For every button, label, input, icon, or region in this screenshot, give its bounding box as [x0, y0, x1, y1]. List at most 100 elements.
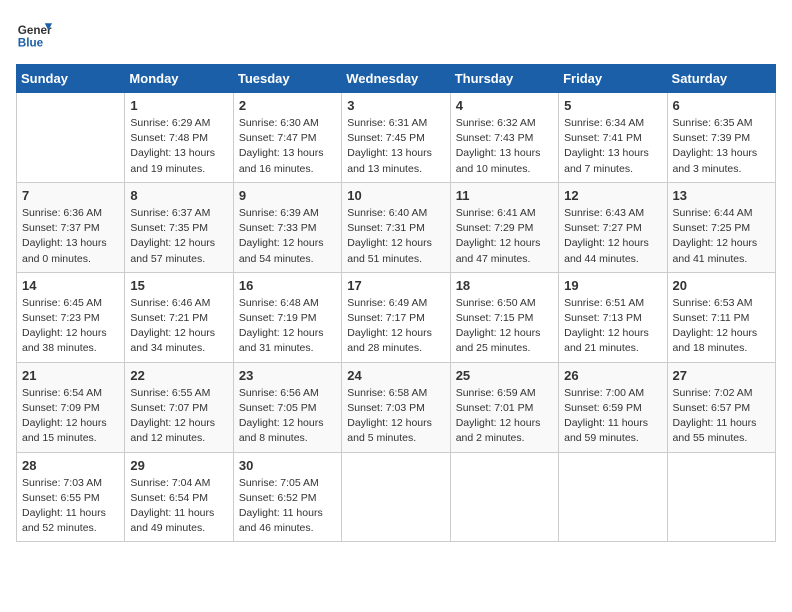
calendar-week-3: 14 Sunrise: 6:45 AM Sunset: 7:23 PM Dayli…: [17, 272, 776, 362]
calendar-cell: 28 Sunrise: 7:03 AM Sunset: 6:55 PM Dayli…: [17, 452, 125, 542]
day-number: 15: [130, 278, 227, 293]
calendar-cell: 15 Sunrise: 6:46 AM Sunset: 7:21 PM Dayli…: [125, 272, 233, 362]
day-number: 13: [673, 188, 770, 203]
calendar-cell: 11Sunrise: 6:41 AM Sunset: 7:29 PM Dayli…: [450, 182, 558, 272]
calendar-cell: [450, 452, 558, 542]
day-info: Sunrise: 6:39 AM Sunset: 7:33 PM Dayligh…: [239, 206, 336, 267]
day-info: Sunrise: 7:03 AM Sunset: 6:55 PM Dayligh…: [22, 476, 119, 537]
day-info: Sunrise: 6:49 AM Sunset: 7:17 PM Dayligh…: [347, 296, 444, 357]
day-number: 9: [239, 188, 336, 203]
day-info: Sunrise: 7:02 AM Sunset: 6:57 PM Dayligh…: [673, 386, 770, 447]
day-info: Sunrise: 6:35 AM Sunset: 7:39 PM Dayligh…: [673, 116, 770, 177]
day-info: Sunrise: 6:56 AM Sunset: 7:05 PM Dayligh…: [239, 386, 336, 447]
calendar-cell: 26 Sunrise: 7:00 AM Sunset: 6:59 PM Dayli…: [559, 362, 667, 452]
day-info: Sunrise: 6:34 AM Sunset: 7:41 PM Dayligh…: [564, 116, 661, 177]
page-header: General Blue: [16, 16, 776, 52]
day-info: Sunrise: 7:00 AM Sunset: 6:59 PM Dayligh…: [564, 386, 661, 447]
calendar-cell: 30Sunrise: 7:05 AM Sunset: 6:52 PM Dayli…: [233, 452, 341, 542]
day-info: Sunrise: 6:51 AM Sunset: 7:13 PM Dayligh…: [564, 296, 661, 357]
day-info: Sunrise: 6:58 AM Sunset: 7:03 PM Dayligh…: [347, 386, 444, 447]
day-number: 11: [456, 188, 553, 203]
calendar-cell: 9 Sunrise: 6:39 AM Sunset: 7:33 PM Daylig…: [233, 182, 341, 272]
calendar-table: SundayMondayTuesdayWednesdayThursdayFrid…: [16, 64, 776, 542]
day-number: 8: [130, 188, 227, 203]
calendar-week-1: 1 Sunrise: 6:29 AM Sunset: 7:48 PM Daylig…: [17, 93, 776, 183]
day-number: 16: [239, 278, 336, 293]
day-info: Sunrise: 6:31 AM Sunset: 7:45 PM Dayligh…: [347, 116, 444, 177]
calendar-cell: 17 Sunrise: 6:49 AM Sunset: 7:17 PM Dayli…: [342, 272, 450, 362]
weekday-thursday: Thursday: [450, 65, 558, 93]
calendar-cell: 7Sunrise: 6:36 AM Sunset: 7:37 PM Daylig…: [17, 182, 125, 272]
calendar-cell: [342, 452, 450, 542]
day-number: 21: [22, 368, 119, 383]
day-info: Sunrise: 6:55 AM Sunset: 7:07 PM Dayligh…: [130, 386, 227, 447]
calendar-cell: 20 Sunrise: 6:53 AM Sunset: 7:11 PM Dayli…: [667, 272, 775, 362]
day-number: 24: [347, 368, 444, 383]
calendar-week-5: 28 Sunrise: 7:03 AM Sunset: 6:55 PM Dayli…: [17, 452, 776, 542]
weekday-sunday: Sunday: [17, 65, 125, 93]
day-info: Sunrise: 6:59 AM Sunset: 7:01 PM Dayligh…: [456, 386, 553, 447]
calendar-cell: 22Sunrise: 6:55 AM Sunset: 7:07 PM Dayli…: [125, 362, 233, 452]
weekday-saturday: Saturday: [667, 65, 775, 93]
calendar-cell: 5Sunrise: 6:34 AM Sunset: 7:41 PM Daylig…: [559, 93, 667, 183]
calendar-cell: 16 Sunrise: 6:48 AM Sunset: 7:19 PM Dayli…: [233, 272, 341, 362]
calendar-cell: 29 Sunrise: 7:04 AM Sunset: 6:54 PM Dayli…: [125, 452, 233, 542]
day-info: Sunrise: 6:53 AM Sunset: 7:11 PM Dayligh…: [673, 296, 770, 357]
day-number: 2: [239, 98, 336, 113]
weekday-tuesday: Tuesday: [233, 65, 341, 93]
day-info: Sunrise: 6:32 AM Sunset: 7:43 PM Dayligh…: [456, 116, 553, 177]
day-number: 10: [347, 188, 444, 203]
calendar-cell: 18 Sunrise: 6:50 AM Sunset: 7:15 PM Dayli…: [450, 272, 558, 362]
calendar-cell: 1 Sunrise: 6:29 AM Sunset: 7:48 PM Daylig…: [125, 93, 233, 183]
day-number: 19: [564, 278, 661, 293]
day-info: Sunrise: 6:54 AM Sunset: 7:09 PM Dayligh…: [22, 386, 119, 447]
calendar-cell: 12 Sunrise: 6:43 AM Sunset: 7:27 PM Dayli…: [559, 182, 667, 272]
day-info: Sunrise: 6:43 AM Sunset: 7:27 PM Dayligh…: [564, 206, 661, 267]
calendar-cell: 4Sunrise: 6:32 AM Sunset: 7:43 PM Daylig…: [450, 93, 558, 183]
day-number: 25: [456, 368, 553, 383]
day-info: Sunrise: 7:04 AM Sunset: 6:54 PM Dayligh…: [130, 476, 227, 537]
calendar-cell: 27 Sunrise: 7:02 AM Sunset: 6:57 PM Dayli…: [667, 362, 775, 452]
calendar-cell: 10 Sunrise: 6:40 AM Sunset: 7:31 PM Dayli…: [342, 182, 450, 272]
day-info: Sunrise: 6:46 AM Sunset: 7:21 PM Dayligh…: [130, 296, 227, 357]
calendar-cell: 3Sunrise: 6:31 AM Sunset: 7:45 PM Daylig…: [342, 93, 450, 183]
day-number: 12: [564, 188, 661, 203]
day-number: 18: [456, 278, 553, 293]
calendar-cell: [17, 93, 125, 183]
day-number: 28: [22, 458, 119, 473]
weekday-wednesday: Wednesday: [342, 65, 450, 93]
calendar-cell: 6Sunrise: 6:35 AM Sunset: 7:39 PM Daylig…: [667, 93, 775, 183]
logo-icon: General Blue: [16, 16, 52, 52]
day-number: 23: [239, 368, 336, 383]
calendar-header: SundayMondayTuesdayWednesdayThursdayFrid…: [17, 65, 776, 93]
calendar-cell: 14 Sunrise: 6:45 AM Sunset: 7:23 PM Dayli…: [17, 272, 125, 362]
day-info: Sunrise: 6:29 AM Sunset: 7:48 PM Dayligh…: [130, 116, 227, 177]
weekday-row: SundayMondayTuesdayWednesdayThursdayFrid…: [17, 65, 776, 93]
day-number: 29: [130, 458, 227, 473]
day-number: 1: [130, 98, 227, 113]
day-number: 26: [564, 368, 661, 383]
day-number: 30: [239, 458, 336, 473]
day-info: Sunrise: 6:40 AM Sunset: 7:31 PM Dayligh…: [347, 206, 444, 267]
weekday-friday: Friday: [559, 65, 667, 93]
day-number: 17: [347, 278, 444, 293]
day-number: 14: [22, 278, 119, 293]
calendar-cell: 8 Sunrise: 6:37 AM Sunset: 7:35 PM Daylig…: [125, 182, 233, 272]
day-info: Sunrise: 6:30 AM Sunset: 7:47 PM Dayligh…: [239, 116, 336, 177]
day-info: Sunrise: 6:37 AM Sunset: 7:35 PM Dayligh…: [130, 206, 227, 267]
day-info: Sunrise: 6:50 AM Sunset: 7:15 PM Dayligh…: [456, 296, 553, 357]
day-number: 27: [673, 368, 770, 383]
day-info: Sunrise: 6:48 AM Sunset: 7:19 PM Dayligh…: [239, 296, 336, 357]
calendar-body: 1 Sunrise: 6:29 AM Sunset: 7:48 PM Daylig…: [17, 93, 776, 542]
calendar-cell: 23 Sunrise: 6:56 AM Sunset: 7:05 PM Dayli…: [233, 362, 341, 452]
day-number: 20: [673, 278, 770, 293]
calendar-cell: 2 Sunrise: 6:30 AM Sunset: 7:47 PM Daylig…: [233, 93, 341, 183]
day-number: 7: [22, 188, 119, 203]
svg-text:Blue: Blue: [18, 37, 44, 50]
logo: General Blue: [16, 16, 52, 52]
calendar-cell: 13Sunrise: 6:44 AM Sunset: 7:25 PM Dayli…: [667, 182, 775, 272]
day-info: Sunrise: 6:45 AM Sunset: 7:23 PM Dayligh…: [22, 296, 119, 357]
calendar-cell: 25 Sunrise: 6:59 AM Sunset: 7:01 PM Dayli…: [450, 362, 558, 452]
calendar-cell: [559, 452, 667, 542]
calendar-cell: 19 Sunrise: 6:51 AM Sunset: 7:13 PM Dayli…: [559, 272, 667, 362]
